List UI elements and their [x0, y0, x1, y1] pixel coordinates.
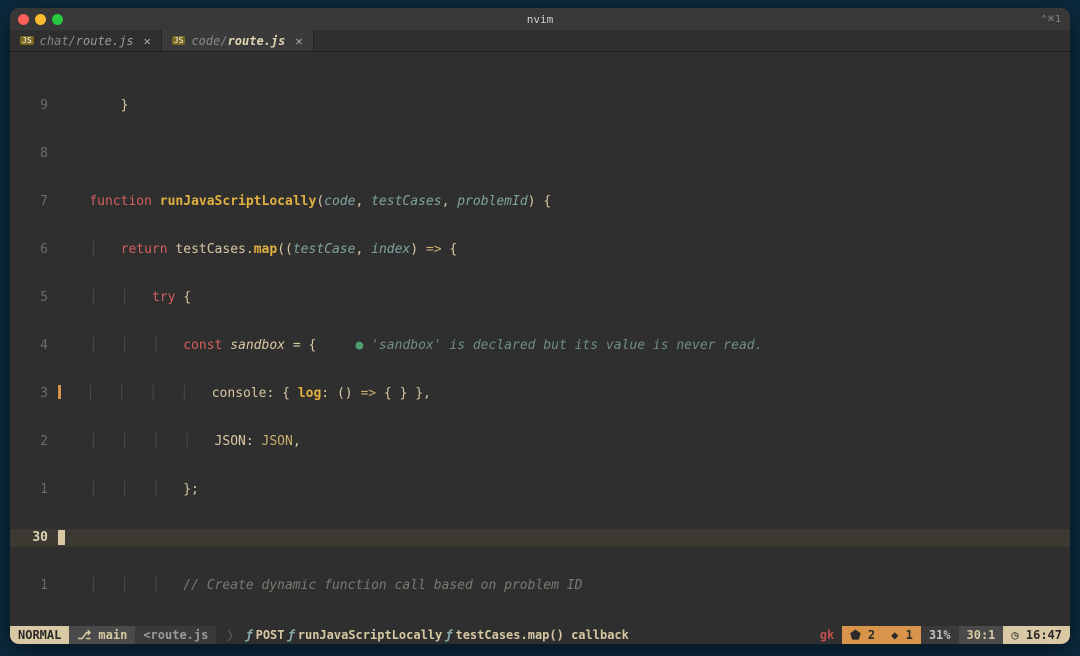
js-icon: JS: [172, 36, 186, 45]
editor-window: nvim ⌃⌘1 JS chat/route.js ✕ JS code/rout…: [10, 8, 1070, 644]
tab-code-route[interactable]: JS code/route.js ✕: [162, 30, 314, 51]
function-icon: ƒ: [445, 628, 452, 642]
close-tab-icon[interactable]: ✕: [295, 34, 302, 48]
function-icon: ƒ: [288, 628, 295, 642]
code-line: │ return testCases.map((testCase, index)…: [58, 241, 1070, 259]
tab-chat-route[interactable]: JS chat/route.js ✕: [10, 30, 162, 51]
gk-indicator: gk: [812, 626, 842, 644]
diagnostics-errors[interactable]: ⬟ 2: [842, 626, 883, 644]
js-icon: JS: [20, 36, 34, 45]
breadcrumb: 〉ƒPOST ƒrunJavaScriptLocally ƒtestCases.…: [216, 626, 811, 644]
cursor-line: [58, 529, 1070, 547]
branch-icon: ⎇: [77, 628, 91, 642]
clock: ◷ 16:47: [1003, 626, 1070, 644]
code-line: │ │ try {: [58, 289, 1070, 307]
status-bar: NORMAL ⎇ main <route.js 〉ƒPOST ƒrunJavaS…: [10, 626, 1070, 644]
vim-mode: NORMAL: [10, 626, 69, 644]
code-line: │ │ │ │ JSON: JSON,: [58, 433, 1070, 451]
code-line: function runJavaScriptLocally(code, test…: [58, 193, 1070, 211]
code-line: │ │ │ // Create dynamic function call ba…: [58, 577, 1070, 595]
scroll-percent: 31%: [921, 626, 959, 644]
titlebar: nvim ⌃⌘1: [10, 8, 1070, 30]
text-cursor: [58, 530, 65, 545]
git-modified-indicator: [58, 385, 61, 399]
function-icon: ƒ: [245, 628, 252, 642]
file-indicator: <route.js: [135, 626, 216, 644]
code-editor[interactable]: 9 } 8 7 function runJavaScriptLocally(co…: [10, 52, 1070, 626]
code-line: │ │ │ │ console: { log: () => { } },: [63, 385, 1070, 403]
git-branch: ⎇ main: [69, 626, 135, 644]
diagnostic-hint: 'sandbox' is declared but its value is n…: [371, 338, 762, 353]
clock-icon: ◷: [1011, 628, 1018, 642]
tab-bar: JS chat/route.js ✕ JS code/route.js ✕: [10, 30, 1070, 52]
current-line-number: 30: [10, 529, 58, 547]
warn-icon: ◆: [891, 628, 898, 642]
cursor-position: 30:1: [959, 626, 1004, 644]
diagnostics-warnings[interactable]: ◆ 1: [883, 626, 921, 644]
code-line: │ │ │ };: [58, 481, 1070, 499]
error-icon: ⬟: [850, 628, 860, 642]
close-tab-icon[interactable]: ✕: [144, 34, 151, 48]
window-title: nvim: [10, 13, 1070, 26]
code-line: [58, 145, 1070, 163]
code-line: │ │ │ const sandbox = { ● 'sandbox' is d…: [58, 337, 1070, 355]
code-line: }: [58, 97, 1070, 115]
